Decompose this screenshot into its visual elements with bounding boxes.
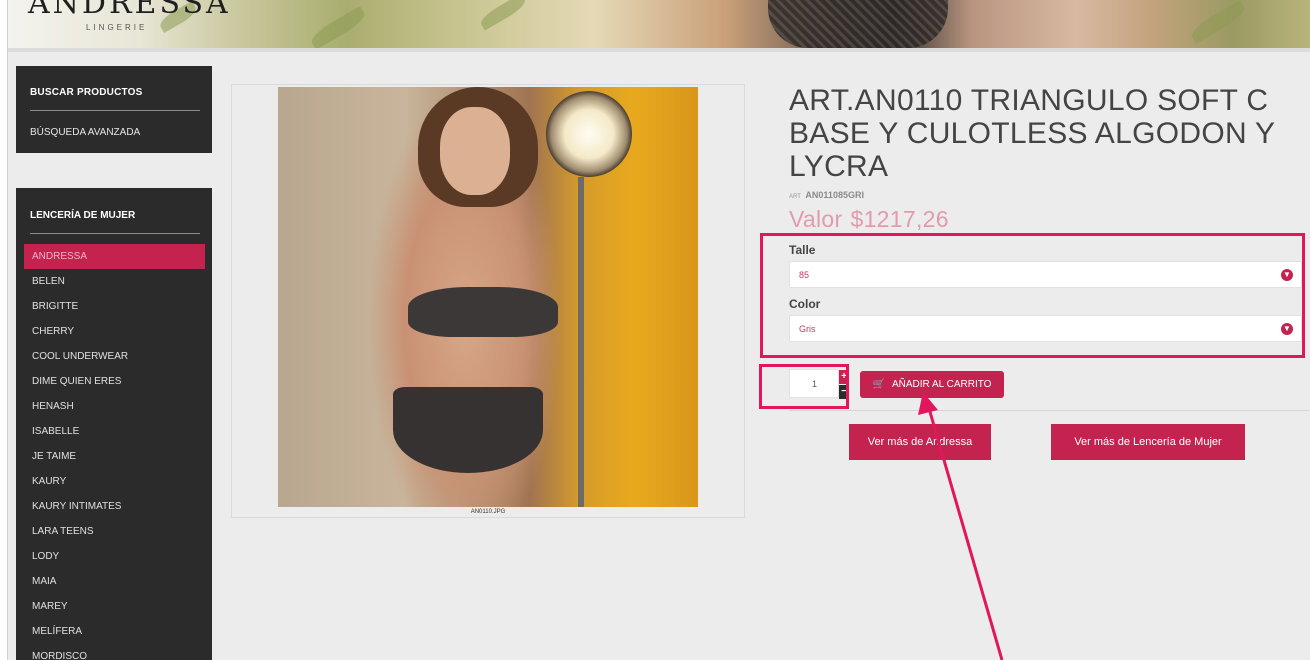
sidebar-item-cool-underwear[interactable]: COOL UNDERWEAR <box>24 344 205 369</box>
cart-icon: 🛒 <box>872 379 885 390</box>
search-panel-title: BUSCAR PRODUCTOS <box>30 87 143 98</box>
sku-value: AN011085GRI <box>805 190 864 200</box>
category-panel-title: LENCERÍA DE MUJER <box>30 210 136 221</box>
add-to-cart-label: AÑADIR AL CARRITO <box>891 379 992 390</box>
sidebar-item-mordisco[interactable]: MORDISCO <box>24 644 205 660</box>
sidebar-item-je-taime[interactable]: JE TAIME <box>24 444 205 469</box>
image-caption: AN0110.JPG <box>470 509 506 515</box>
annotation-highlight-quantity <box>759 364 849 409</box>
model-face <box>440 107 510 195</box>
sku-label: ART <box>789 194 801 200</box>
product-photo[interactable] <box>278 87 698 507</box>
sidebar-item-lody[interactable]: LODY <box>24 544 205 569</box>
sidebar-item-marey[interactable]: MAREY <box>24 594 205 619</box>
sidebar-item-cherry[interactable]: CHERRY <box>24 319 205 344</box>
header-divider <box>8 48 1310 52</box>
annotation-highlight-options <box>760 233 1305 358</box>
product-title: ART.AN0110 TRIANGULO SOFT C BASE Y CULOT… <box>789 84 1275 183</box>
lamp-stand <box>578 177 584 507</box>
sidebar-item-isabelle[interactable]: ISABELLE <box>24 419 205 444</box>
site-logo-sub: LINGERIE <box>86 23 148 32</box>
leaf-decoration <box>1188 0 1248 44</box>
more-from-category-button[interactable]: Ver más de Lencería de Mujer <box>1051 424 1245 460</box>
advanced-search-link[interactable]: BÚSQUEDA AVANZADA <box>30 127 140 138</box>
site-logo[interactable]: ANDRESSA <box>28 0 231 21</box>
more-from-brand-button[interactable]: Ver más de Andressa <box>849 424 991 460</box>
search-panel: BUSCAR PRODUCTOS BÚSQUEDA AVANZADA <box>16 66 212 153</box>
leaf-decoration <box>477 0 529 31</box>
divider <box>30 110 200 111</box>
product-bra <box>408 287 558 337</box>
category-panel: LENCERÍA DE MUJER ANDRESSA BELEN BRIGITTE C… <box>16 188 212 660</box>
sidebar-item-lara-teens[interactable]: LARA TEENS <box>24 519 205 544</box>
product-image-box: AN0110.JPG <box>231 84 745 518</box>
leaf-decoration <box>308 6 368 48</box>
product-sku: ART AN011085GRI <box>789 190 864 200</box>
sidebar-item-brigitte[interactable]: BRIGITTE <box>24 294 205 319</box>
sidebar-item-maia[interactable]: MAIA <box>24 569 205 594</box>
sidebar-item-kaury-intimates[interactable]: KAURY INTIMATES <box>24 494 205 519</box>
product-brief <box>393 387 543 473</box>
price-label: Valor <box>789 206 843 232</box>
add-to-cart-button[interactable]: 🛒 AÑADIR AL CARRITO <box>860 371 1004 398</box>
sidebar-item-belen[interactable]: BELEN <box>24 269 205 294</box>
sidebar-item-kaury[interactable]: KAURY <box>24 469 205 494</box>
sidebar-item-henash[interactable]: HENASH <box>24 394 205 419</box>
sidebar-item-melífera[interactable]: MELÍFERA <box>24 619 205 644</box>
price-value: $1217,26 <box>850 206 949 232</box>
product-price: Valor $1217,26 <box>789 206 949 233</box>
divider <box>30 233 200 234</box>
divider <box>789 410 1309 411</box>
sidebar-item-dime-quien-eres[interactable]: DIME QUIEN ERES <box>24 369 205 394</box>
sidebar-item-andressa[interactable]: ANDRESSA <box>24 244 205 269</box>
category-list: ANDRESSA BELEN BRIGITTE CHERRY COOL UNDERWEA… <box>24 244 205 660</box>
header-banner: ANDRESSA LINGERIE <box>8 0 1310 48</box>
lace-decoration <box>768 0 948 48</box>
